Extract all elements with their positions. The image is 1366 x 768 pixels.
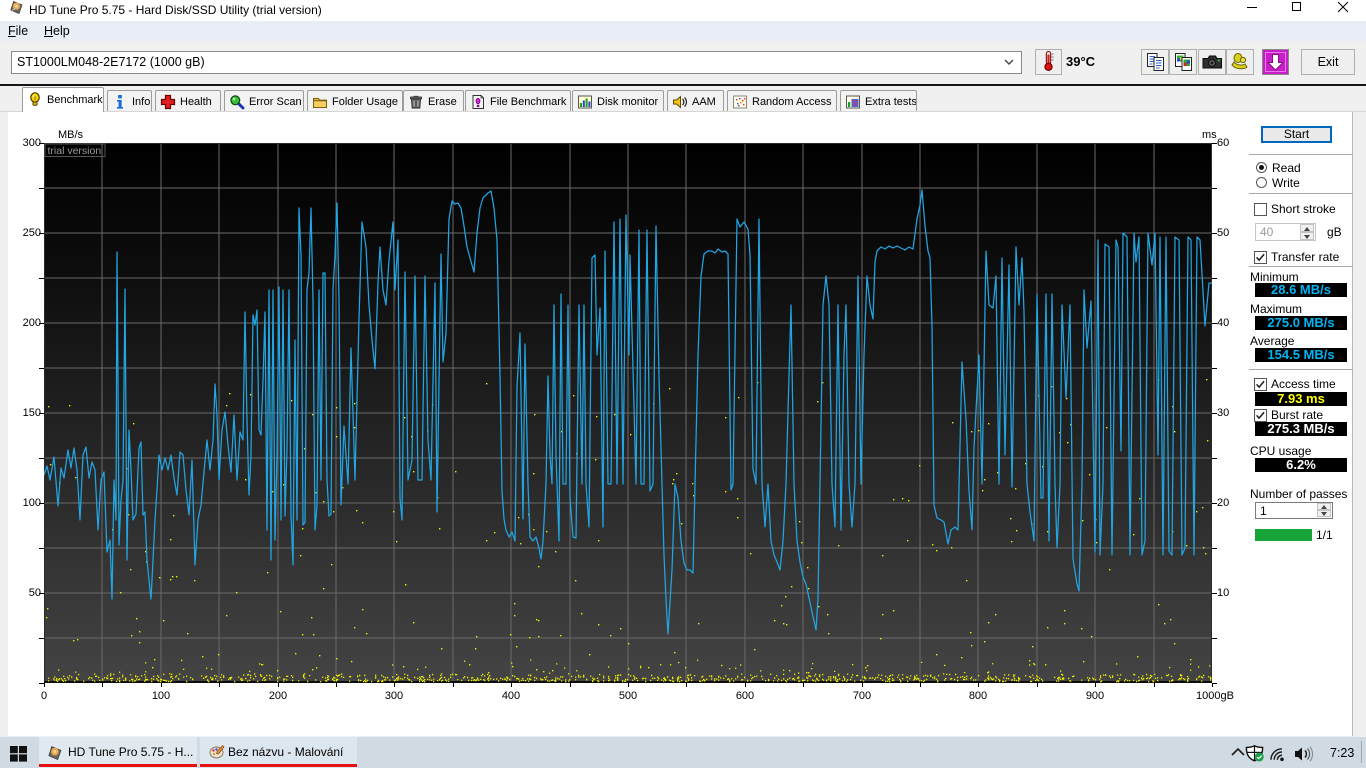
- svg-text:trial version: trial version: [48, 145, 102, 157]
